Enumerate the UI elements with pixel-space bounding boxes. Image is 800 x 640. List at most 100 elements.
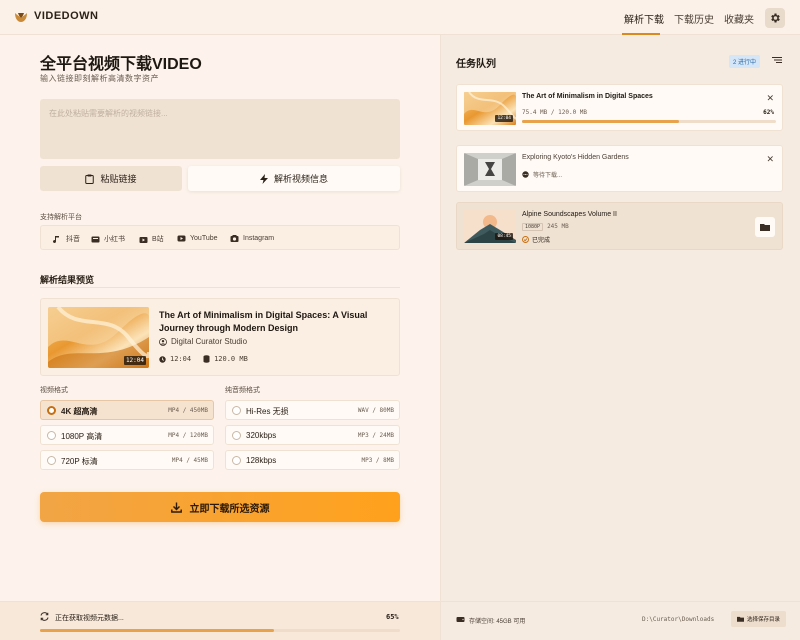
sort-icon[interactable] [772, 56, 782, 64]
format-option-720p[interactable]: 720P 标清 MP4 / 45MB [40, 450, 214, 470]
queue-thumbnail [464, 153, 516, 186]
choose-directory-button[interactable]: 选择保存目录 [731, 611, 786, 627]
platforms-label: 支持解析平台 [40, 214, 82, 221]
results-label: 解析结果预览 [40, 275, 95, 285]
video-formats-label: 视频格式 [40, 387, 68, 394]
clipboard-icon [85, 174, 95, 184]
status-progress-fill [40, 629, 274, 632]
queue-item-title: Alpine Soundscapes Volume II [522, 211, 617, 218]
status-bar: 正在获取视频元数据... 65% [0, 601, 440, 640]
storage-label: 存储空间: 45GB 可用 [469, 619, 526, 625]
format-info: MP4 / 450MB [168, 407, 208, 414]
format-name: 4K 超高清 [61, 407, 98, 416]
queue-item-status: 等待下载... [522, 170, 562, 179]
open-folder-button[interactable] [755, 217, 775, 237]
queue-title: 任务队列 [456, 59, 496, 70]
duration-badge: 08:45 [495, 233, 513, 240]
choose-directory-label: 选择保存目录 [746, 617, 780, 623]
storage-bar: 存储空间: 45GB 可用 D:\Curator\Downloads 选择保存目… [441, 601, 800, 640]
page-title: 全平台视频下载VIDEO [40, 56, 202, 73]
platform-bilibili: B站 [139, 234, 164, 244]
video-meta: 12:04 120.0 MB [159, 355, 248, 363]
platform-xiaohongshu: 小红书 [91, 234, 125, 244]
format-name: Hi-Res 无损 [246, 407, 289, 416]
duration-badge: 12:04 [123, 356, 146, 365]
parse-video-button[interactable]: 解析视频信息 [188, 166, 400, 191]
queue-item-size: 245 MB [547, 223, 569, 230]
queue-item-title: The Art of Minimalism in Digital Spaces [522, 93, 653, 100]
close-icon[interactable]: ✕ [766, 93, 774, 104]
nav-tab-parse[interactable]: 解析下载 [624, 11, 664, 26]
format-option-128kbps[interactable]: 128kbps MP3 / 8MB [225, 450, 400, 470]
video-thumbnail: 12:04 [48, 307, 149, 368]
format-option-hires[interactable]: Hi-Res 无损 WAV / 80MB [225, 400, 400, 420]
storage-path: D:\Curator\Downloads [642, 616, 715, 623]
database-icon [203, 355, 210, 363]
queue-item-size: 75.4 MB / 120.0 MB [522, 109, 588, 116]
format-info: MP4 / 120MB [168, 432, 208, 439]
queue-item[interactable]: 12:04 The Art of Minimalism in Digital S… [456, 84, 783, 131]
hard-drive-icon [456, 617, 465, 622]
paste-link-button[interactable]: 粘贴链接 [40, 166, 182, 191]
format-name: 1080P 高清 [61, 432, 103, 441]
download-button[interactable]: 立即下载所选资源 [40, 492, 400, 522]
platform-label: B站 [152, 236, 164, 243]
tv-icon [139, 236, 148, 243]
queue-item-title: Exploring Kyoto's Hidden Gardens [522, 154, 629, 161]
radio-icon [47, 456, 56, 465]
platform-list: 抖音 小红书 B站 YouTube Instagram [40, 225, 400, 250]
queue-item[interactable]: 08:45 Alpine Soundscapes Volume II 1080P… [456, 202, 783, 250]
quality-tag: 1080P [522, 223, 544, 231]
queue-item-status-text: 已完成 [532, 238, 551, 244]
platform-douyin: 抖音 [53, 234, 80, 244]
nav-tab-favorites[interactable]: 收藏夹 [724, 11, 754, 26]
queue-item[interactable]: Exploring Kyoto's Hidden Gardens 等待下载...… [456, 145, 783, 192]
format-info: WAV / 80MB [357, 407, 394, 414]
close-icon[interactable]: ✕ [766, 154, 774, 165]
queue-progress-track [522, 120, 776, 123]
logo-icon [15, 13, 27, 22]
active-count-badge: 2 进行中 [729, 55, 761, 68]
status-percent: 65% [386, 613, 399, 621]
format-option-1080p[interactable]: 1080P 高清 MP4 / 120MB [40, 425, 214, 445]
platform-label: 小红书 [104, 236, 125, 243]
queue-panel: 任务队列 2 进行中 12:04 The Art of Minimalism i… [440, 35, 800, 640]
status-text: 正在获取视频元数据... [55, 615, 124, 622]
radio-icon [232, 406, 241, 415]
platform-label: 抖音 [66, 236, 80, 243]
brand-name: VIDEDOWN [34, 10, 99, 22]
download-icon [170, 502, 182, 513]
queue-item-status: 已完成 [522, 235, 550, 244]
nav-tab-history[interactable]: 下载历史 [674, 11, 714, 26]
queue-progress-fill [522, 120, 680, 123]
video-title: The Art of Minimalism in Digital Spaces:… [159, 310, 368, 333]
format-info: MP3 / 24MB [357, 432, 394, 439]
platform-instagram: Instagram [230, 234, 274, 243]
audio-formats-label: 纯音频格式 [225, 387, 260, 394]
folder-icon [736, 616, 744, 622]
left-panel: 全平台视频下载VIDEO 输入链接即刻解析高清数字资产 在此处粘贴需要解析的视频… [0, 35, 440, 640]
page-subtitle: 输入链接即刻解析高清数字资产 [40, 74, 159, 83]
queue-item-info: 1080P 245 MB [522, 223, 569, 231]
music-note-icon [53, 235, 59, 243]
check-circle-icon [522, 236, 529, 243]
platform-label: YouTube [190, 235, 218, 242]
format-name: 320kbps [246, 431, 277, 440]
format-option-4k[interactable]: 4K 超高清 MP4 / 450MB [40, 400, 214, 420]
settings-button[interactable] [765, 8, 785, 28]
lightning-icon [259, 173, 268, 184]
radio-icon [232, 456, 241, 465]
video-preview-card: 12:04 The Art of Minimalism in Digital S… [40, 298, 400, 376]
url-input[interactable]: 在此处粘贴需要解析的视频链接... [40, 99, 400, 159]
download-button-label: 立即下载所选资源 [189, 503, 270, 515]
status-progress-track [40, 629, 400, 632]
format-option-320kbps[interactable]: 320kbps MP3 / 24MB [225, 425, 400, 445]
duration-badge: 12:04 [495, 115, 513, 122]
format-info: MP4 / 45MB [171, 457, 208, 464]
queue-thumbnail: 12:04 [464, 92, 516, 125]
play-button-icon [177, 235, 186, 242]
camera-icon [230, 235, 239, 242]
radio-icon [232, 431, 241, 440]
user-circle-icon [159, 337, 167, 346]
channel-name: Digital Curator Studio [171, 337, 248, 346]
